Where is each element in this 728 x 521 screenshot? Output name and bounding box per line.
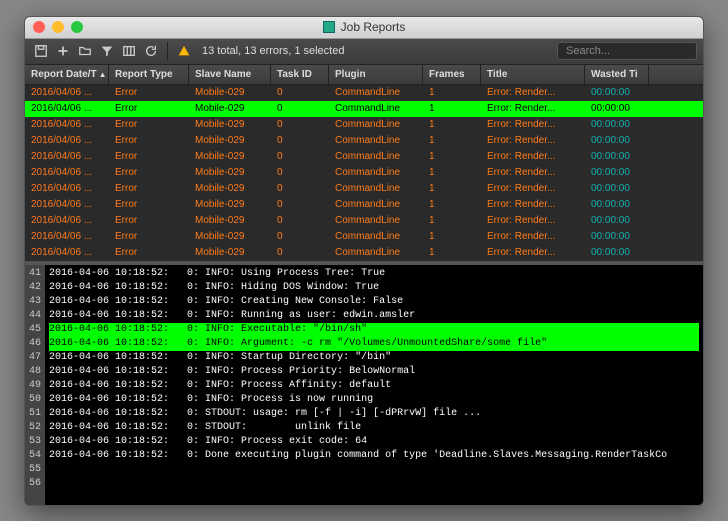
close-button[interactable] — [33, 21, 45, 33]
log-line[interactable]: 2016-04-06 10:18:52: 0: INFO: Process is… — [49, 393, 699, 407]
log-line-number: 50 — [29, 393, 41, 407]
table-row[interactable]: 2016/04/06 ...ErrorMobile-0290CommandLin… — [25, 101, 703, 117]
log-line[interactable]: 2016-04-06 10:18:52: 0: STDOUT: usage: r… — [49, 407, 699, 421]
maximize-button[interactable] — [71, 21, 83, 33]
log-line-number: 56 — [29, 477, 41, 491]
log-line[interactable]: 2016-04-06 10:18:52: 0: INFO: Running as… — [49, 309, 699, 323]
log-line[interactable]: 2016-04-06 10:18:52: 0: INFO: Startup Di… — [49, 351, 699, 365]
log-line[interactable]: 2016-04-06 10:18:52: 0: INFO: Using Proc… — [49, 267, 699, 281]
minimize-button[interactable] — [52, 21, 64, 33]
log-line[interactable]: 2016-04-06 10:18:52: 0: INFO: Creating N… — [49, 295, 699, 309]
log-line[interactable]: 2016-04-06 10:18:52: 0: INFO: Argument: … — [49, 337, 699, 351]
table-row[interactable]: 2016/04/06 ...ErrorMobile-0290CommandLin… — [25, 181, 703, 197]
log-line[interactable] — [49, 463, 699, 477]
table-header: Report Date/T▲ Report Type Slave Name Ta… — [25, 65, 703, 85]
table-row[interactable]: 2016/04/06 ...ErrorMobile-0290CommandLin… — [25, 213, 703, 229]
log-line[interactable]: 2016-04-06 10:18:52: 0: INFO: Process ex… — [49, 435, 699, 449]
status-text: 13 total, 13 errors, 1 selected — [202, 45, 344, 57]
log-line-number: 42 — [29, 281, 41, 295]
folder-icon[interactable] — [75, 41, 95, 61]
log-line-number: 54 — [29, 449, 41, 463]
log-line-number: 49 — [29, 379, 41, 393]
log-line[interactable]: 2016-04-06 10:18:52: 0: Done executing p… — [49, 449, 699, 463]
table-row[interactable]: 2016/04/06 ...ErrorMobile-0290CommandLin… — [25, 117, 703, 133]
log-line[interactable]: 2016-04-06 10:18:52: 0: INFO: Executable… — [49, 323, 699, 337]
header-type[interactable]: Report Type — [109, 65, 189, 84]
header-date[interactable]: Report Date/T▲ — [25, 65, 109, 84]
log-line[interactable]: 2016-04-06 10:18:52: 0: STDOUT: unlink f… — [49, 421, 699, 435]
traffic-lights — [33, 21, 83, 33]
titlebar: Job Reports — [25, 17, 703, 39]
window-title-text: Job Reports — [341, 20, 406, 34]
sort-arrow-icon: ▲ — [99, 70, 107, 79]
log-line[interactable] — [49, 477, 699, 491]
log-line-number: 51 — [29, 407, 41, 421]
log-line-number: 48 — [29, 365, 41, 379]
log-line-number: 41 — [29, 267, 41, 281]
log-line-number: 53 — [29, 435, 41, 449]
table-row[interactable]: 2016/04/06 ...ErrorMobile-0290CommandLin… — [25, 133, 703, 149]
search-input[interactable] — [557, 42, 697, 60]
log-line[interactable]: 2016-04-06 10:18:52: 0: INFO: Process Af… — [49, 379, 699, 393]
header-slave[interactable]: Slave Name — [189, 65, 271, 84]
log-content[interactable]: 2016-04-06 10:18:52: 0: INFO: Using Proc… — [45, 265, 703, 505]
table-row[interactable]: 2016/04/06 ...ErrorMobile-0290CommandLin… — [25, 149, 703, 165]
window-title: Job Reports — [25, 20, 703, 34]
log-line-number: 45 — [29, 323, 41, 337]
table-row[interactable]: 2016/04/06 ...ErrorMobile-0290CommandLin… — [25, 85, 703, 101]
log-line-number: 44 — [29, 309, 41, 323]
log-line[interactable]: 2016-04-06 10:18:52: 0: INFO: Process Pr… — [49, 365, 699, 379]
header-task[interactable]: Task ID — [271, 65, 329, 84]
table-body: 2016/04/06 ...ErrorMobile-0290CommandLin… — [25, 85, 703, 261]
header-plugin[interactable]: Plugin — [329, 65, 423, 84]
job-reports-window: Job Reports 13 total, 13 errors, 1 selec… — [24, 16, 704, 506]
save-icon[interactable] — [31, 41, 51, 61]
table-row[interactable]: 2016/04/06 ...ErrorMobile-0290CommandLin… — [25, 197, 703, 213]
table-row[interactable]: 2016/04/06 ...ErrorMobile-0290CommandLin… — [25, 245, 703, 261]
log-line[interactable]: 2016-04-06 10:18:52: 0: INFO: Hiding DOS… — [49, 281, 699, 295]
table-row[interactable]: 2016/04/06 ...ErrorMobile-0290CommandLin… — [25, 229, 703, 245]
log-line-number: 55 — [29, 463, 41, 477]
log-line-number: 47 — [29, 351, 41, 365]
refresh-icon[interactable] — [141, 41, 161, 61]
header-wasted[interactable]: Wasted Ti — [585, 65, 649, 84]
toolbar-divider — [167, 42, 168, 60]
log-gutter: 41424344454647484950515253545556 — [25, 265, 45, 505]
log-line-number: 46 — [29, 337, 41, 351]
columns-icon[interactable] — [119, 41, 139, 61]
header-frames[interactable]: Frames — [423, 65, 481, 84]
log-line-number: 43 — [29, 295, 41, 309]
toolbar: 13 total, 13 errors, 1 selected — [25, 39, 703, 65]
filter-icon[interactable] — [97, 41, 117, 61]
log-panel[interactable]: 41424344454647484950515253545556 2016-04… — [25, 265, 703, 505]
warning-icon[interactable] — [174, 41, 194, 61]
app-icon — [323, 21, 335, 33]
table-row[interactable]: 2016/04/06 ...ErrorMobile-0290CommandLin… — [25, 165, 703, 181]
header-title[interactable]: Title — [481, 65, 585, 84]
log-line-number: 52 — [29, 421, 41, 435]
plus-icon[interactable] — [53, 41, 73, 61]
